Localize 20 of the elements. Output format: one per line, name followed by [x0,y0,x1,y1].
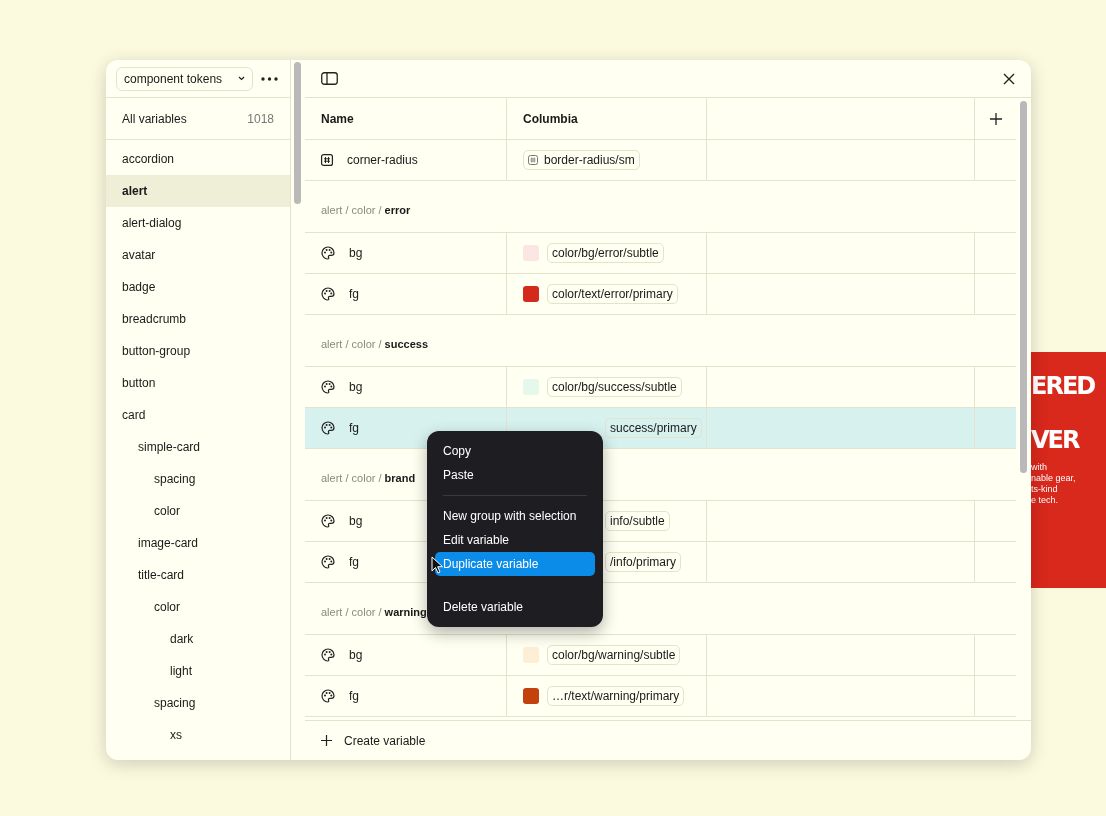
column-header: Columbia [507,98,707,139]
variable-name: bg [349,379,363,396]
group-path: alert / color / brand [321,470,416,486]
variable-name: bg [349,245,363,262]
variable-name: bg [349,513,363,530]
group-path: alert / color / error [321,202,411,218]
variable-name: bg [349,647,363,664]
banner-text: with nable gear, ts-kind e tech. [1031,462,1077,506]
variable-name: fg [349,554,359,571]
variable-name: fg [349,688,359,705]
variable-name: fg [349,286,359,303]
banner-heading: ERED [1031,372,1096,400]
group-path: alert / color / success [321,336,428,352]
variable-name: corner-radius [347,152,418,169]
column-header: Name [305,98,507,139]
item-count: 1018 [247,110,274,128]
group-path: alert / color / warning [321,604,427,620]
banner-heading: VER [1031,426,1080,454]
item-label: All variables [122,110,187,128]
variable-name: fg [349,420,359,437]
